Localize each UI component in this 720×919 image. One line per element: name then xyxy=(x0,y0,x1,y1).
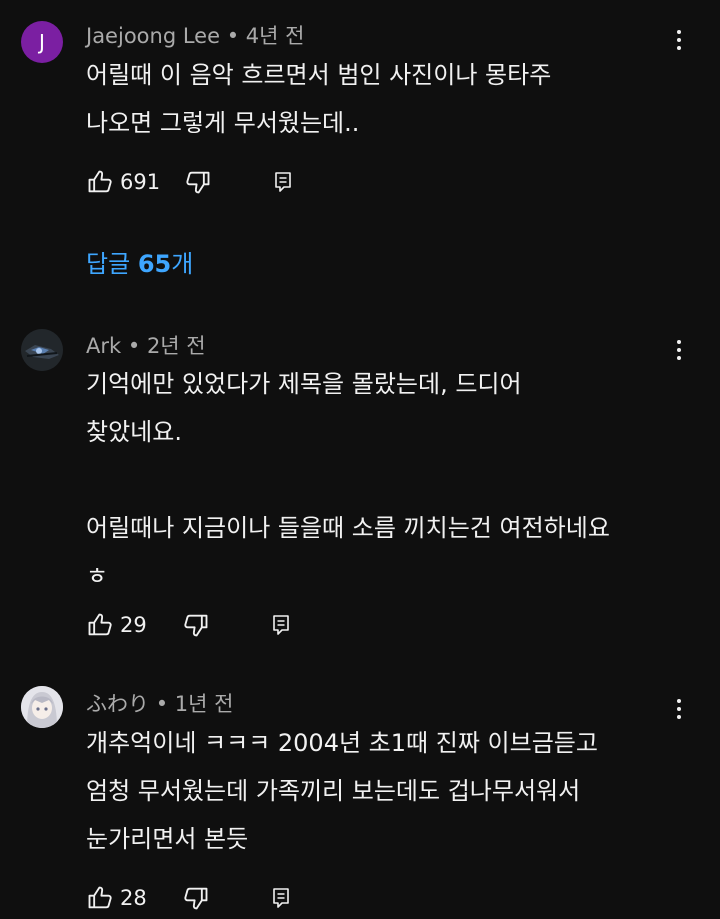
avatar[interactable] xyxy=(21,329,63,371)
avatar[interactable]: J xyxy=(21,21,63,63)
thumbs-down-icon xyxy=(184,614,208,637)
thumbs-up-icon xyxy=(88,613,112,636)
reply-icon xyxy=(272,888,289,908)
reply-button[interactable] xyxy=(269,613,293,637)
like-button[interactable]: 691 xyxy=(86,168,160,196)
reply-icon xyxy=(272,615,289,635)
comment-meta: ふわり • 1년 전 xyxy=(86,688,233,718)
like-count: 29 xyxy=(120,613,147,637)
author-name[interactable]: Jaejoong Lee xyxy=(86,24,220,48)
reply-button[interactable] xyxy=(269,886,293,910)
thumbs-up-icon xyxy=(88,886,112,909)
dislike-button[interactable] xyxy=(184,168,212,196)
like-count: 28 xyxy=(120,886,147,910)
comment-actions: 28 xyxy=(86,883,293,913)
like-button[interactable]: 29 xyxy=(86,611,147,639)
comment-text: 개추억이네 ㅋㅋㅋ 2004년 초1때 진짜 이브금듣고 엄청 무서웠는데 가족… xyxy=(86,729,598,853)
dislike-button[interactable] xyxy=(182,884,210,912)
thumbs-up-icon xyxy=(88,170,112,193)
separator-dot: • xyxy=(155,692,169,716)
comment-text: 어릴때 이 음악 흐르면서 범인 사진이나 몽타주 나오면 그렇게 무서웠는데.… xyxy=(86,61,552,137)
dislike-button[interactable] xyxy=(182,611,210,639)
avatar-image xyxy=(21,686,63,728)
separator-dot: • xyxy=(226,24,240,48)
comment-time: 4년 전 xyxy=(245,24,305,48)
avatar-image xyxy=(21,329,63,371)
comment-actions: 691 xyxy=(86,167,295,197)
comment-text: 기억에만 있었다가 제목을 몰랐는데, 드디어 찾았네요. 어릴때나 지금이나 … xyxy=(86,370,610,590)
comment-actions: 29 xyxy=(86,610,293,640)
reply-icon xyxy=(275,172,291,192)
avatar[interactable] xyxy=(21,686,63,728)
reply-button[interactable] xyxy=(271,170,295,194)
comment-time: 1년 전 xyxy=(174,692,234,716)
thumbs-down-icon xyxy=(186,171,210,194)
author-name[interactable]: ふわり xyxy=(86,692,149,716)
thumbs-down-icon xyxy=(184,887,208,910)
comment-meta: Jaejoong Lee • 4년 전 xyxy=(86,20,304,50)
author-name[interactable]: Ark xyxy=(86,334,121,358)
like-button[interactable]: 28 xyxy=(86,884,147,912)
comment-time: 2년 전 xyxy=(146,334,206,358)
like-count: 691 xyxy=(120,170,161,194)
comment-meta: Ark • 2년 전 xyxy=(86,330,206,360)
separator-dot: • xyxy=(127,334,141,358)
replies-toggle[interactable]: 답글 65개 xyxy=(86,244,193,279)
